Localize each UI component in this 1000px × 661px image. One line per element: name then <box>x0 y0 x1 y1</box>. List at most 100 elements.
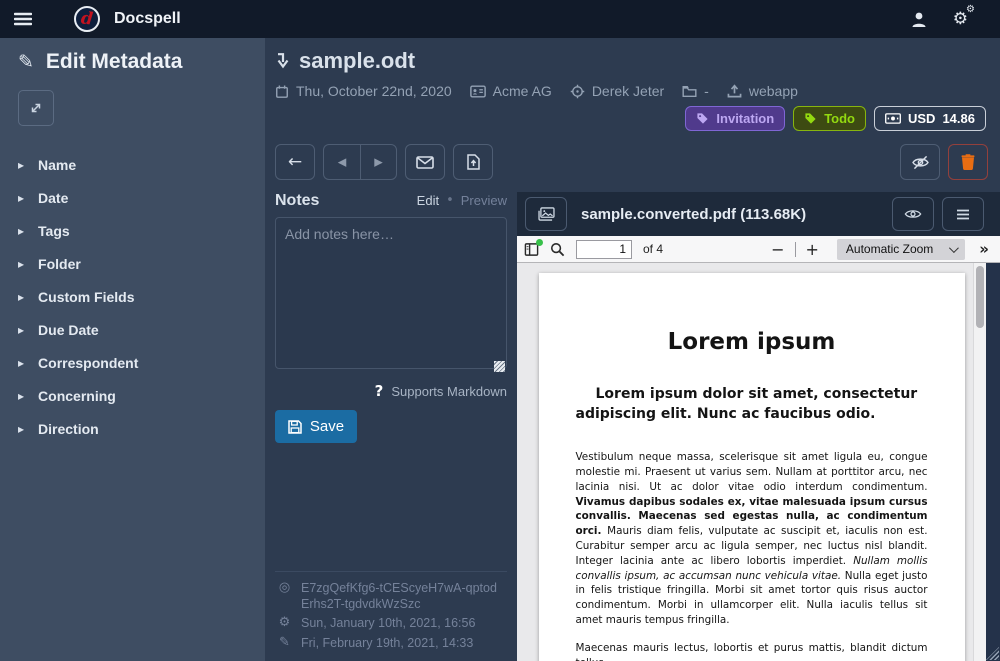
user-icon[interactable] <box>911 11 927 28</box>
sidebar-title-label: Edit Metadata <box>46 50 183 74</box>
arrow-down-icon <box>275 52 290 70</box>
images-icon <box>538 207 555 221</box>
sidebar-item-folder[interactable]: ▸Folder <box>18 247 247 280</box>
notes-preview-link[interactable]: Preview <box>461 193 507 208</box>
save-button[interactable]: Save <box>275 410 357 443</box>
sidebar-title: ✎ Edit Metadata <box>18 50 247 74</box>
custom-field-value: 14.86 <box>942 111 975 126</box>
item-created: Sun, January 10th, 2021, 16:56 <box>301 615 475 632</box>
item-source-value: webapp <box>749 83 798 99</box>
delete-item-button[interactable] <box>948 144 988 180</box>
document-meta-row: Thu, October 22nd, 2020 Acme AG Derek Je… <box>275 83 988 99</box>
badges-row: Invitation Todo USD 14.86 <box>275 106 988 131</box>
attachment-select-button[interactable] <box>525 197 567 231</box>
pencil-icon: ✎ <box>277 635 292 652</box>
back-button[interactable]: ← <box>275 144 315 180</box>
menu-icon[interactable] <box>14 12 32 26</box>
expand-collapse-button[interactable] <box>18 90 54 126</box>
address-card-icon <box>470 85 486 98</box>
markdown-hint-label[interactable]: Supports Markdown <box>391 384 507 399</box>
document-header: sample.odt Thu, October 22nd, 2020 Acme … <box>265 38 1000 131</box>
chevron-right-icon: ▸ <box>18 158 24 172</box>
pdf-page-input[interactable] <box>576 240 632 259</box>
pdf-doc-subtitle: Lorem ipsum dolor sit amet, consectetur … <box>576 385 928 424</box>
zoom-out-button[interactable]: − <box>761 240 794 259</box>
settings-cogs-icon[interactable]: ⚙⚙ <box>953 9 968 29</box>
sidebar-item-label: Custom Fields <box>38 289 134 305</box>
tag-label: Todo <box>824 111 855 126</box>
save-button-label: Save <box>310 418 344 435</box>
item-date-value: Thu, October 22nd, 2020 <box>296 83 452 99</box>
upload-icon <box>727 84 742 98</box>
chevron-right-icon: ▸ <box>18 422 24 436</box>
pdf-search-icon[interactable] <box>550 242 565 257</box>
item-date: Thu, October 22nd, 2020 <box>275 83 452 99</box>
add-file-button[interactable] <box>453 144 493 180</box>
pdf-tools-expand-icon[interactable]: » <box>979 240 989 258</box>
prev-item-button[interactable]: ◂ <box>323 144 360 180</box>
sidebar-item-custom-fields[interactable]: ▸Custom Fields <box>18 280 247 313</box>
sidebar-item-tags[interactable]: ▸Tags <box>18 214 247 247</box>
pdf-sidebar-toggle-icon[interactable] <box>524 242 539 257</box>
pdf-page-count: of 4 <box>643 242 663 256</box>
sidebar-item-direction[interactable]: ▸Direction <box>18 412 247 445</box>
question-icon[interactable]: ? <box>375 382 384 400</box>
viewer-resize-grip[interactable] <box>986 647 999 660</box>
attachment-header: sample.converted.pdf (113.68K) <box>517 192 1000 236</box>
pdf-zoom-select[interactable]: Automatic Zoom <box>837 239 965 260</box>
tag-label: Invitation <box>716 111 774 126</box>
sidebar-item-label: Concerning <box>38 388 116 404</box>
next-item-button[interactable]: ▸ <box>360 144 397 180</box>
notes-edit-link[interactable]: Edit <box>417 193 439 208</box>
sidebar-item-correspondent[interactable]: ▸ Correspondent <box>18 346 247 379</box>
send-mail-button[interactable] <box>405 144 445 180</box>
item-toolbar: ← ◂ ▸ <box>265 131 1000 180</box>
sidebar-item-name[interactable]: ▸Name <box>18 148 247 181</box>
pdf-viewer[interactable]: Lorem ipsum Lorem ipsum dolor sit amet, … <box>517 263 986 661</box>
docspell-logo-icon[interactable]: d <box>74 6 100 32</box>
gear-icon: ⚙ <box>277 615 292 632</box>
navbar-right: ⚙⚙ <box>911 9 986 29</box>
chevron-right-icon: ▸ <box>18 323 24 337</box>
tag-icon <box>804 112 817 125</box>
main-panel: sample.odt Thu, October 22nd, 2020 Acme … <box>265 38 1000 661</box>
item-folder: - <box>682 83 709 99</box>
resize-grip-icon[interactable] <box>494 361 505 372</box>
pdf-zoom-value: Automatic Zoom <box>846 242 933 256</box>
chevron-right-icon: ▸ <box>18 191 24 205</box>
chevron-right-icon: ▸ <box>18 224 24 238</box>
zoom-in-button[interactable]: + <box>796 240 829 259</box>
item-id: E7zgQefKfg6-tCEScyeH7wA-qptodErhs2T-tgdv… <box>301 580 505 613</box>
sidebar-item-label: Date <box>38 190 68 206</box>
pdf-paragraph: Vestibulum neque massa, scelerisque sit … <box>576 450 928 628</box>
pdf-page: Lorem ipsum Lorem ipsum dolor sit amet, … <box>539 273 965 661</box>
item-correspondent: Acme AG <box>470 83 552 99</box>
document-title-row: sample.odt <box>275 48 988 74</box>
tag-badge-todo[interactable]: Todo <box>793 106 866 131</box>
notes-title: Notes <box>275 192 319 210</box>
sidebar-item-due-date[interactable]: ▸Due Date <box>18 313 247 346</box>
eye-icon <box>904 208 922 220</box>
menu-bars-icon <box>956 209 970 220</box>
attachment-menu-button[interactable] <box>942 197 984 231</box>
notes-input[interactable] <box>275 217 507 369</box>
item-concerning: Derek Jeter <box>570 83 664 99</box>
panel-gutter <box>986 263 1000 661</box>
pdf-paragraph: Maecenas mauris lectus, lobortis et puru… <box>576 641 928 661</box>
chevron-right-icon: ▸ <box>18 356 24 370</box>
hide-item-button[interactable] <box>900 144 940 180</box>
pdf-doc-title: Lorem ipsum <box>576 329 928 355</box>
custom-field-badge-usd[interactable]: USD 14.86 <box>874 106 986 131</box>
sidebar-item-date[interactable]: ▸ Date <box>18 181 247 214</box>
pdf-scrollbar-thumb[interactable] <box>976 266 984 328</box>
item-concerning-value: Derek Jeter <box>592 83 664 99</box>
item-meta-info: ◎ E7zgQefKfg6-tCEScyeH7wA-qptodErhs2T-tg… <box>275 571 507 661</box>
view-native-button[interactable] <box>892 197 934 231</box>
tag-badge-invitation[interactable]: Invitation <box>685 106 785 131</box>
content-row: Notes Edit • Preview ? Supports Markdown <box>265 192 1000 661</box>
attachment-title: sample.converted.pdf (113.68K) <box>581 206 806 223</box>
sidebar-item-label: Correspondent <box>38 355 138 371</box>
pdf-scrollbar[interactable] <box>973 263 986 661</box>
pdf-body: Lorem ipsum Lorem ipsum dolor sit amet, … <box>517 263 1000 661</box>
sidebar-item-concerning[interactable]: ▸Concerning <box>18 379 247 412</box>
